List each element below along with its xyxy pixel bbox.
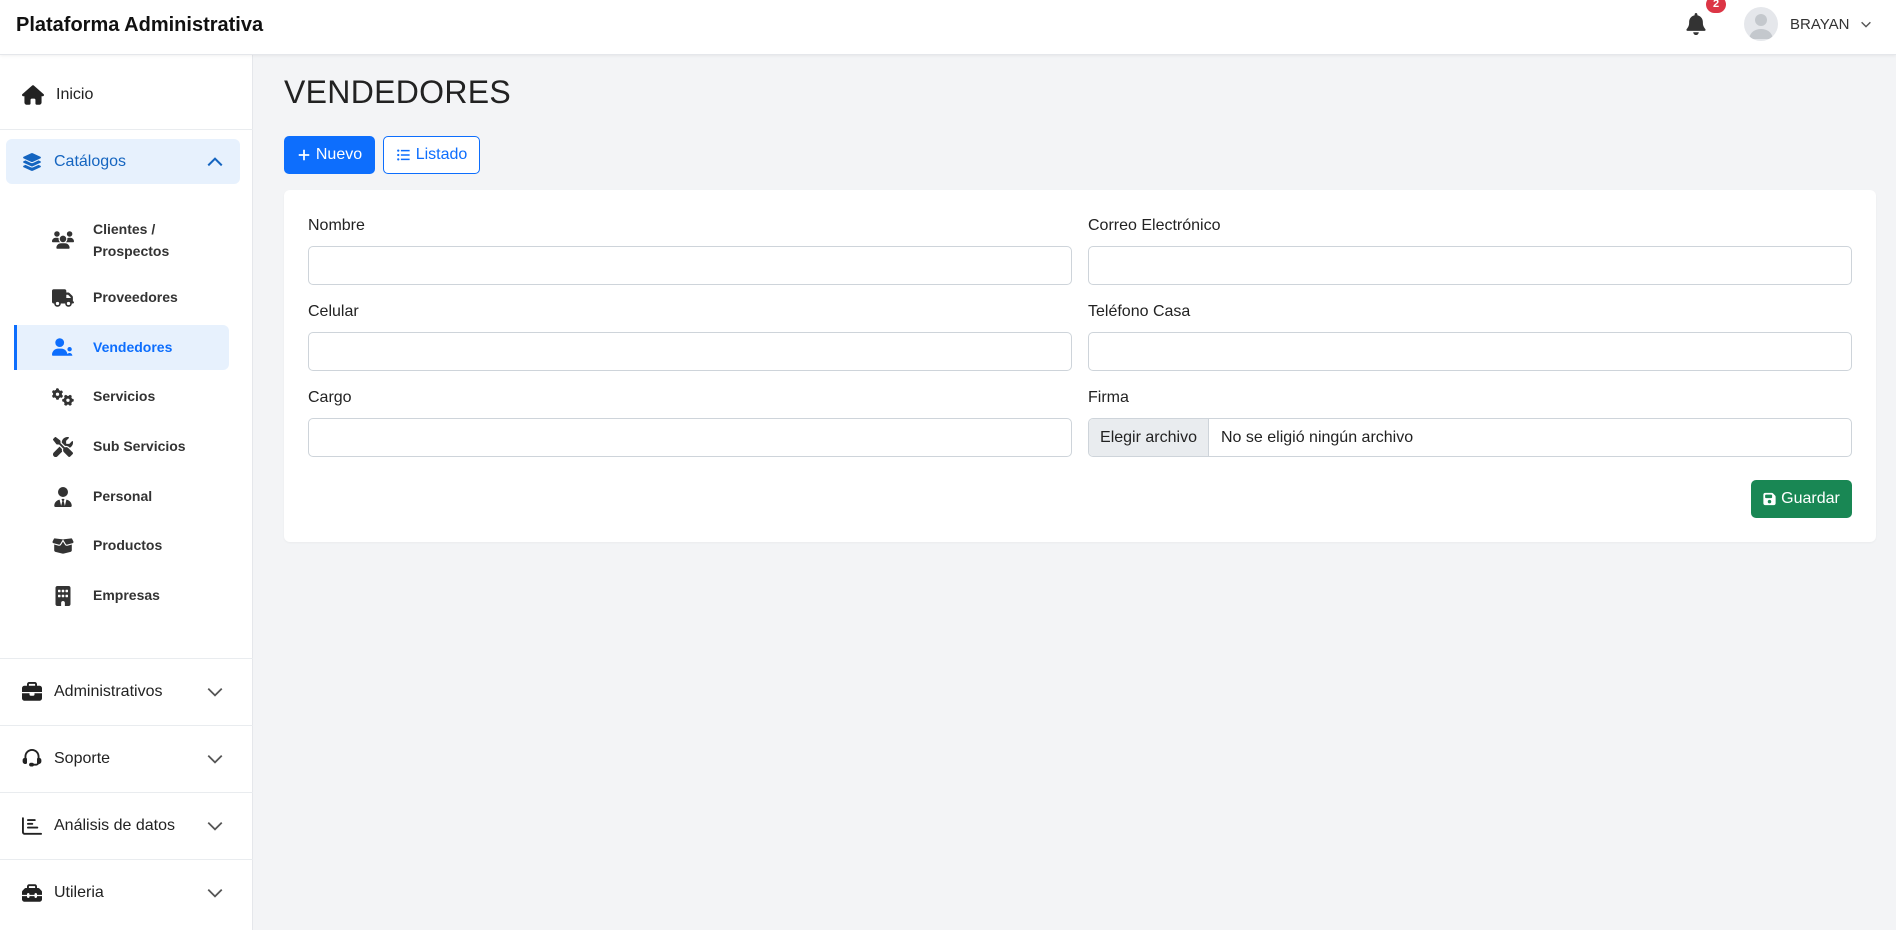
sidebar-group-analisis[interactable]: Análisis de datos — [0, 793, 253, 859]
boxes-icon — [52, 536, 74, 556]
sidebar-group-utileria[interactable]: Utileria — [0, 860, 253, 926]
divider — [0, 129, 253, 130]
new-button-label: Nuevo — [315, 146, 363, 163]
list-icon — [396, 149, 410, 161]
home-icon — [22, 85, 44, 105]
list-button-label: Listado — [415, 146, 468, 163]
firma-label: Firma — [1088, 389, 1129, 406]
briefcase-icon — [22, 682, 42, 701]
sidebar-group-label: Administrativos — [54, 683, 163, 700]
sidebar-item-vendedores[interactable]: Vendedores — [14, 325, 229, 370]
chevron-down-icon — [207, 821, 223, 831]
user-tie-icon — [52, 487, 74, 507]
new-button[interactable]: Nuevo — [284, 136, 375, 174]
chart-bar-icon — [22, 817, 42, 835]
sidebar-item-label: Productos — [93, 537, 163, 553]
telefono-input[interactable] — [1088, 332, 1852, 371]
plus-icon — [298, 149, 310, 161]
firma-file-input[interactable]: Elegir archivo No se eligió ningún archi… — [1088, 418, 1852, 457]
celular-input[interactable] — [308, 332, 1072, 371]
sidebar-item-label: Proveedores — [93, 289, 178, 305]
top-navbar: Plataforma Administrativa 2 BRAYAN — [0, 0, 1896, 55]
tools-icon — [52, 437, 74, 457]
sidebar-group-soporte[interactable]: Soporte — [0, 726, 253, 792]
choose-file-button[interactable]: Elegir archivo — [1089, 419, 1209, 456]
sidebar-item-label: Inicio — [56, 86, 94, 103]
sidebar-item-inicio[interactable]: Inicio — [22, 81, 93, 109]
sidebar-item-label: Vendedores — [93, 339, 173, 355]
sidebar-group-label: Soporte — [54, 750, 111, 767]
sidebar-group-administrativos[interactable]: Administrativos — [0, 659, 253, 725]
chevron-down-icon — [207, 754, 223, 764]
gears-icon — [52, 387, 74, 407]
file-status-text: No se eligió ningún archivo — [1221, 428, 1414, 446]
layers-icon — [23, 152, 41, 171]
truck-icon — [52, 288, 74, 308]
nombre-input[interactable] — [308, 246, 1072, 285]
sidebar-item-clientes[interactable]: Clientes / Prospectos — [14, 215, 229, 265]
chevron-down-icon — [207, 687, 223, 697]
sidebar-group-label: Utileria — [54, 884, 104, 901]
building-icon — [52, 586, 74, 606]
chevron-down-icon — [207, 888, 223, 898]
sidebar-item-servicios[interactable]: Servicios — [14, 375, 229, 419]
sidebar-item-label: Prospectos — [93, 243, 170, 259]
sidebar-group-label: Análisis de datos — [54, 817, 175, 834]
list-button[interactable]: Listado — [383, 136, 480, 174]
sidebar-item-label: Clientes / — [93, 221, 156, 237]
sidebar-item-sub-servicios[interactable]: Sub Servicios — [14, 425, 229, 469]
save-button[interactable]: Guardar — [1751, 480, 1852, 518]
user-tag-icon — [52, 337, 74, 357]
nombre-label: Nombre — [308, 217, 365, 234]
correo-input[interactable] — [1088, 246, 1852, 285]
sidebar-item-productos[interactable]: Productos — [14, 524, 229, 568]
sidebar-item-empresas[interactable]: Empresas — [14, 574, 229, 618]
chevron-down-icon — [1861, 21, 1872, 28]
user-name: BRAYAN — [1790, 15, 1850, 33]
telefono-label: Teléfono Casa — [1088, 303, 1191, 320]
app-title[interactable]: Plataforma Administrativa — [16, 14, 263, 37]
chevron-up-icon — [207, 157, 223, 167]
celular-label: Celular — [308, 303, 359, 320]
sidebar-item-proveedores[interactable]: Proveedores — [14, 276, 229, 320]
sidebar: Inicio Catálogos Clientes / Prospectos P… — [0, 55, 253, 930]
sidebar-item-label: Sub Servicios — [93, 438, 186, 454]
cargo-input[interactable] — [308, 418, 1072, 457]
toolbox-icon — [22, 884, 42, 902]
headset-icon — [22, 749, 42, 767]
user-menu[interactable]: BRAYAN — [1744, 6, 1873, 42]
save-button-label: Guardar — [1781, 490, 1840, 507]
correo-label: Correo Electrónico — [1088, 217, 1221, 234]
page-title: VENDEDORES — [284, 74, 512, 110]
cargo-label: Cargo — [308, 389, 352, 406]
sidebar-group-catalogos[interactable]: Catálogos — [6, 139, 240, 184]
bell-icon[interactable] — [1686, 13, 1708, 37]
sidebar-group-label: Catálogos — [54, 152, 127, 170]
sidebar-item-label: Servicios — [93, 388, 156, 404]
notification-badge: 2 — [1706, 0, 1726, 13]
save-icon — [1763, 492, 1776, 506]
users-icon — [52, 230, 74, 250]
sidebar-item-label: Empresas — [93, 587, 160, 603]
sidebar-item-label: Personal — [93, 488, 153, 504]
avatar — [1744, 7, 1778, 41]
sidebar-item-personal[interactable]: Personal — [14, 475, 229, 519]
